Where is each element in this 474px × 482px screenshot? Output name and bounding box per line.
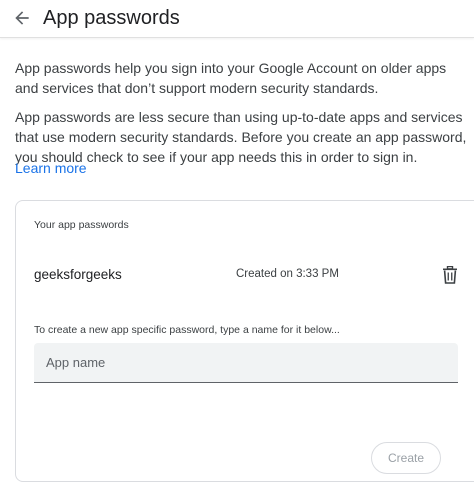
card-label: Your app passwords [34,219,129,231]
create-hint: To create a new app specific password, t… [34,324,340,336]
password-name: geeksforgeeks [34,267,122,282]
app-name-input[interactable] [34,343,458,383]
learn-more-link[interactable]: Learn more [15,158,87,178]
back-button[interactable] [10,6,34,30]
page-title: App passwords [43,7,180,29]
intro-paragraph-1: App passwords help you sign into your Go… [15,60,447,96]
delete-password-button[interactable] [440,265,460,285]
create-button[interactable]: Create [371,442,441,474]
arrow-back-icon [15,11,29,25]
password-created: Created on 3:33 PM [236,268,339,280]
app-bar: App passwords [0,0,474,38]
app-passwords-card: Your app passwords geeksforgeeks Created… [15,200,474,482]
trash-icon [443,266,457,284]
